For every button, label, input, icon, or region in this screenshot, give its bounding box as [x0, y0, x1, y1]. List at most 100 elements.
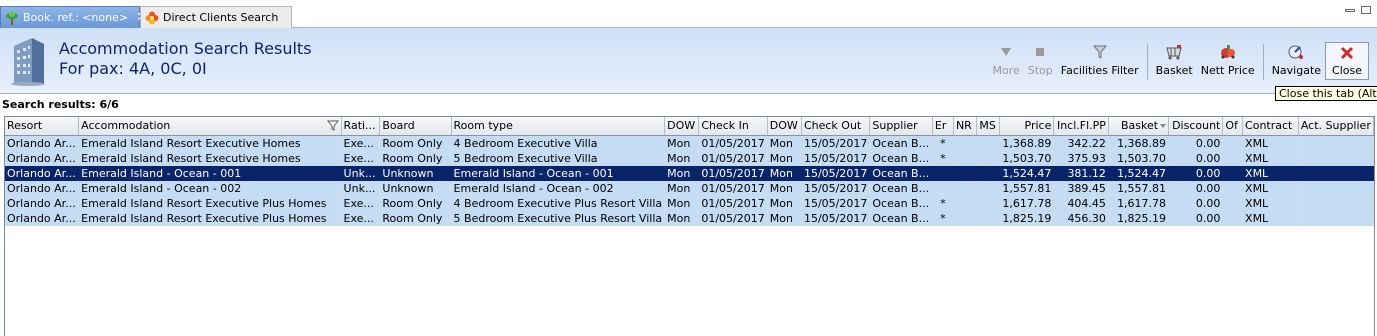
cell-price: 1,368.89 — [999, 135, 1055, 151]
cell-act-supplier — [1298, 180, 1374, 196]
cell-check-out: 15/05/2017 — [801, 150, 871, 166]
navigate-icon — [1287, 44, 1305, 60]
cell-ms — [976, 195, 1001, 211]
stop-icon — [1031, 44, 1049, 60]
minimize-icon[interactable] — [1345, 9, 1355, 12]
cell-incl-fl-pp: 456.30 — [1053, 210, 1109, 226]
col-board[interactable]: Board — [379, 117, 452, 136]
funnel-icon[interactable] — [326, 120, 339, 134]
cell-basket: 1,524.47 — [1108, 165, 1170, 181]
stop-label: Stop — [1027, 64, 1053, 77]
more-button[interactable]: More — [988, 44, 1023, 77]
palm-tree-icon — [5, 10, 19, 25]
cell-contract: XML — [1242, 210, 1299, 226]
cell-rating: Unk... — [341, 180, 381, 196]
nett-price-label: Nett Price — [1200, 64, 1255, 77]
maximize-icon[interactable] — [1361, 6, 1371, 14]
basket-label: Basket — [1155, 64, 1193, 77]
col-dow-out[interactable]: DOW — [767, 117, 802, 136]
col-room-type[interactable]: Room type — [451, 117, 666, 136]
table-row[interactable]: Orlando Ar... Emerald Island - Ocean - 00… — [5, 180, 1374, 196]
cell-board: Room Only — [379, 195, 452, 211]
table-row[interactable]: Orlando Ar... Emerald Island Resort Execu… — [5, 135, 1374, 151]
cell-resort: Orlando Ar... — [5, 135, 80, 151]
col-act-supplier[interactable]: Act. Supplier — [1298, 117, 1374, 136]
table-row[interactable]: Orlando Ar... Emerald Island - Ocean - 00… — [5, 165, 1374, 181]
table-row[interactable]: Orlando Ar... Emerald Island Resort Execu… — [5, 195, 1374, 211]
cell-check-in: 01/05/2017 — [698, 150, 768, 166]
cell-accommodation: Emerald Island Resort Executive Plus Hom… — [78, 195, 342, 211]
facilities-filter-button[interactable]: Facilities Filter — [1057, 44, 1143, 77]
cell-of — [1222, 195, 1244, 211]
cell-price: 1,617.78 — [999, 195, 1055, 211]
col-check-out[interactable]: Check Out — [801, 117, 871, 136]
stop-button[interactable]: Stop — [1024, 44, 1057, 77]
col-supplier[interactable]: Supplier — [869, 117, 933, 136]
close-button[interactable]: Close — [1325, 42, 1369, 80]
col-check-in[interactable]: Check In — [698, 117, 768, 136]
col-contract[interactable]: Contract — [1242, 117, 1299, 136]
cell-dow-out: Mon — [767, 135, 802, 151]
table-row[interactable]: Orlando Ar... Emerald Island Resort Execu… — [5, 150, 1374, 166]
col-nr[interactable]: NR — [953, 117, 978, 136]
navigate-label: Navigate — [1271, 64, 1322, 77]
close-tooltip: Close this tab (Alt+C — [1275, 86, 1377, 101]
cell-of — [1222, 180, 1244, 196]
cell-discount: 0.00 — [1168, 195, 1224, 211]
cell-resort: Orlando Ar... — [5, 210, 80, 226]
col-er[interactable]: Er — [932, 117, 954, 136]
close-label: Close — [1332, 64, 1362, 77]
col-dow-in[interactable]: DOW — [664, 117, 700, 136]
col-discount[interactable]: Discount — [1168, 117, 1224, 136]
cell-rating: Exe... — [341, 195, 381, 211]
col-resort[interactable]: Resort — [5, 117, 80, 136]
cell-dow-out: Mon — [767, 180, 802, 196]
tab-direct-clients-search[interactable]: Direct Clients Search — [140, 6, 292, 28]
cell-supplier: Ocean B... — [869, 180, 933, 196]
cell-er: * — [932, 135, 954, 151]
col-price[interactable]: Price — [999, 117, 1055, 136]
nett-price-icon — [1219, 44, 1237, 60]
cell-dow-in: Mon — [664, 150, 700, 166]
col-of[interactable]: Of — [1222, 117, 1244, 136]
basket-button[interactable]: Basket — [1152, 44, 1197, 77]
tab-strip: Book. ref.: <none> ✕ Direct Clients Sear… — [0, 0, 1377, 28]
cell-check-in: 01/05/2017 — [698, 195, 768, 211]
cell-discount: 0.00 — [1168, 135, 1224, 151]
cell-supplier: Ocean B... — [869, 210, 933, 226]
cell-er — [932, 165, 954, 181]
cell-room-type: Emerald Island - Ocean - 002 — [451, 180, 666, 196]
cell-contract: XML — [1242, 195, 1299, 211]
navigate-button[interactable]: Navigate — [1268, 44, 1325, 77]
cell-dow-in: Mon — [664, 165, 700, 181]
nett-price-button[interactable]: Nett Price — [1197, 44, 1259, 77]
cell-room-type: 5 Bedroom Executive Villa — [451, 150, 666, 166]
toolbar-separator — [1146, 44, 1148, 80]
col-incl-fl-pp[interactable]: Incl.Fl.PP — [1053, 117, 1109, 136]
cell-accommodation: Emerald Island Resort Executive Homes — [78, 150, 342, 166]
cell-act-supplier — [1298, 210, 1374, 226]
col-basket[interactable]: Basket — [1108, 117, 1170, 136]
cell-ms — [976, 150, 1001, 166]
cell-resort: Orlando Ar... — [5, 165, 80, 181]
cell-accommodation: Emerald Island - Ocean - 001 — [78, 165, 342, 181]
table-row[interactable]: Orlando Ar... Emerald Island Resort Execu… — [5, 210, 1374, 226]
cell-discount: 0.00 — [1168, 210, 1224, 226]
table-header-row: Resort Accommodation Rati... Board Room … — [5, 117, 1374, 136]
cell-basket: 1,368.89 — [1108, 135, 1170, 151]
tab-booking[interactable]: Book. ref.: <none> ✕ — [0, 6, 147, 28]
cell-dow-out: Mon — [767, 165, 802, 181]
sort-descending-icon — [1160, 124, 1167, 129]
basket-icon — [1165, 44, 1183, 60]
cell-resort: Orlando Ar... — [5, 150, 80, 166]
cell-contract: XML — [1242, 150, 1299, 166]
cell-basket: 1,617.78 — [1108, 195, 1170, 211]
search-results-count: Search results: 6/6 — [2, 98, 119, 111]
col-accommodation[interactable]: Accommodation — [78, 117, 342, 136]
col-ms[interactable]: MS — [976, 117, 1001, 136]
col-rating[interactable]: Rati... — [341, 117, 381, 136]
funnel-icon — [1091, 44, 1109, 60]
cell-act-supplier — [1298, 150, 1374, 166]
table-body: Orlando Ar... Emerald Island Resort Execu… — [5, 135, 1374, 226]
cell-er: * — [932, 210, 954, 226]
